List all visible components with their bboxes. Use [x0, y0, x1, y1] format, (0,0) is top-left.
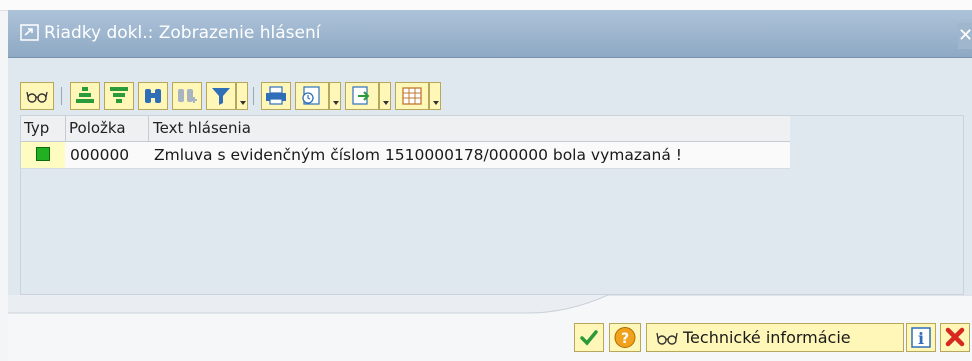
glasses-icon — [656, 332, 678, 345]
info-button[interactable]: i — [906, 323, 936, 352]
toolbar-separator — [253, 87, 254, 105]
column-header-text[interactable]: Text hlásenia — [153, 116, 251, 141]
item-cell: 000000 — [70, 146, 130, 164]
title-bar: Riadky dokl.: Zobrazenie hlásení ✕ — [8, 10, 972, 58]
export-icon — [352, 86, 370, 105]
help-button[interactable]: ? — [609, 323, 641, 352]
details-button[interactable] — [20, 82, 54, 110]
type-cell — [21, 142, 65, 168]
find-next-icon — [178, 89, 197, 103]
print-button[interactable] — [261, 82, 291, 110]
sort-ascending-icon — [76, 87, 94, 103]
cancel-icon — [945, 327, 965, 347]
success-status-icon — [36, 147, 50, 161]
layout-icon — [402, 87, 422, 105]
close-icon: ✕ — [958, 25, 972, 46]
views-icon — [302, 86, 320, 105]
filter-icon — [212, 88, 230, 105]
export-dropdown[interactable] — [379, 82, 391, 110]
message-table: Typ Položka Text hlásenia 000000 Zmluva … — [20, 115, 964, 295]
technical-info-button[interactable]: Technické informácie — [646, 323, 904, 352]
cancel-button[interactable] — [940, 323, 970, 352]
column-header-typ[interactable]: Typ — [24, 116, 49, 141]
checkmark-icon — [580, 330, 598, 346]
find-button[interactable] — [138, 82, 168, 110]
table-row[interactable]: 000000 Zmluva s evidenčným číslom 151000… — [21, 142, 790, 169]
export-button[interactable] — [345, 82, 379, 110]
message-dialog: Riadky dokl.: Zobrazenie hlásení ✕ Typ P… — [8, 10, 972, 361]
views-button[interactable] — [295, 82, 329, 110]
filter-button[interactable] — [206, 82, 236, 110]
toolbar-separator — [61, 87, 62, 105]
svg-text:?: ? — [621, 331, 629, 347]
help-icon: ? — [614, 327, 636, 348]
confirm-button[interactable] — [574, 323, 604, 352]
table-header: Typ Položka Text hlásenia — [21, 116, 790, 142]
close-button[interactable]: ✕ — [958, 23, 972, 49]
message-text-cell: Zmluva s evidenčným číslom 1510000178/00… — [154, 146, 682, 164]
filter-dropdown[interactable] — [236, 82, 248, 110]
layout-dropdown[interactable] — [429, 82, 441, 110]
binoculars-icon — [145, 89, 161, 103]
find-next-button[interactable] — [172, 82, 202, 110]
window-title: Riadky dokl.: Zobrazenie hlásení — [44, 23, 321, 43]
column-header-polozka[interactable]: Položka — [69, 116, 126, 141]
glasses-icon — [26, 91, 48, 103]
views-dropdown[interactable] — [329, 82, 341, 110]
print-icon — [266, 86, 286, 105]
svg-text:i: i — [918, 329, 924, 348]
sort-descending-icon — [110, 87, 128, 103]
layout-button[interactable] — [395, 82, 429, 110]
window-icon — [20, 24, 39, 41]
toolbar — [20, 82, 780, 112]
sort-descending-button[interactable] — [104, 82, 134, 110]
technical-info-label: Technické informácie — [683, 328, 851, 347]
info-icon: i — [911, 327, 931, 348]
sort-ascending-button[interactable] — [70, 82, 100, 110]
